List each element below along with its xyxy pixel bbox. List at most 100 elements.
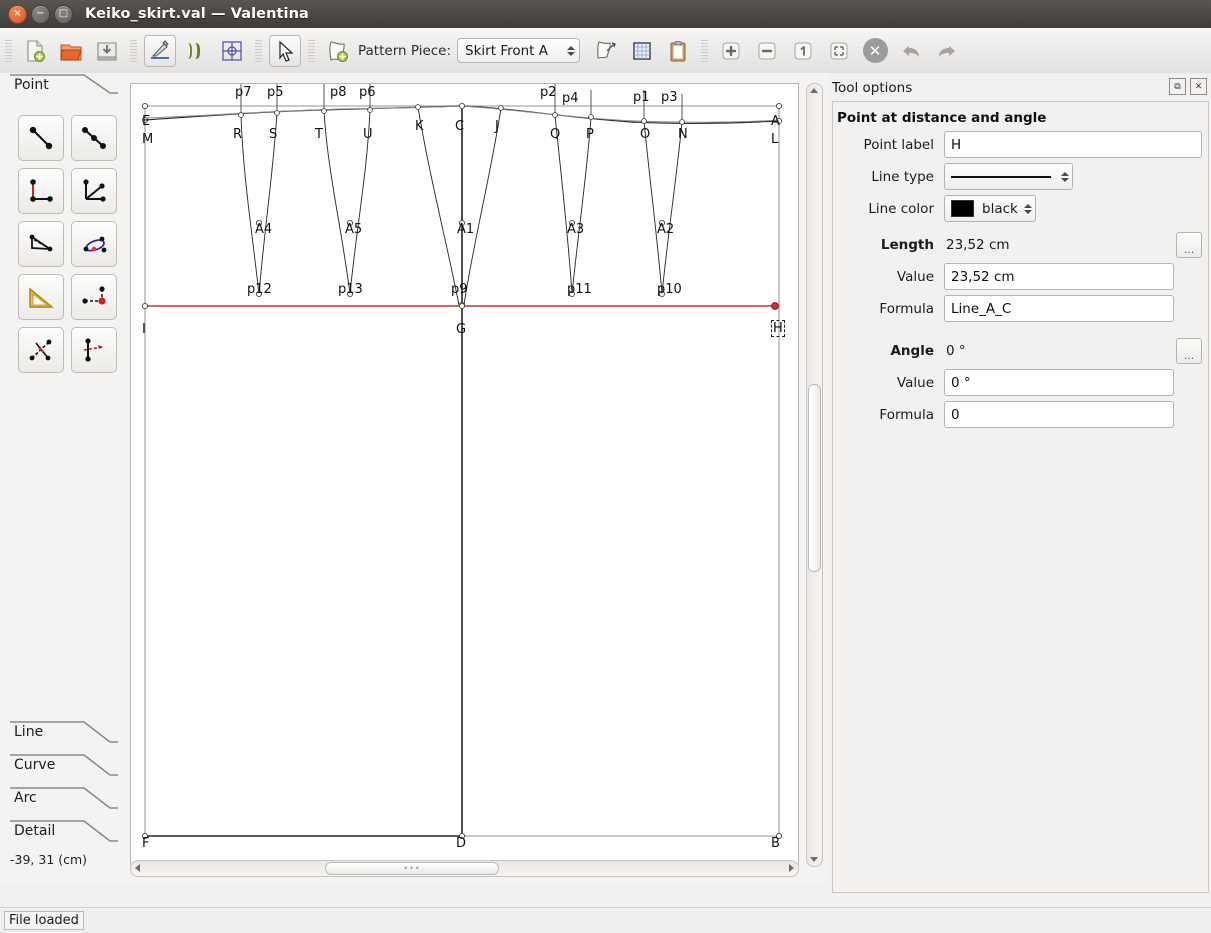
zoom-out-icon[interactable] [751,35,783,67]
point-label-U[interactable]: U [363,127,373,142]
zoom-fit-icon[interactable] [823,35,855,67]
point-label-A2[interactable]: A2 [657,222,674,237]
point-label-I[interactable]: I [142,322,146,337]
pattern-drawing[interactable] [131,84,798,864]
toolbar-grip-3[interactable] [255,40,262,62]
tool-point-at-distance-angle[interactable] [18,115,64,161]
line-type-spinner[interactable] [1061,172,1069,182]
vertical-scroll-thumb[interactable] [808,384,821,572]
sidebar-section-point[interactable]: Point [0,73,128,103]
point-label-L[interactable]: L [771,132,778,147]
point-label-A4[interactable]: A4 [255,222,272,237]
angle-more-button[interactable]: ... [1176,338,1202,364]
point-label-p11[interactable]: p11 [567,282,592,297]
draw-mode-icon[interactable] [144,35,176,67]
save-file-icon[interactable] [91,35,123,67]
point-label-Q[interactable]: Q [550,127,560,142]
point-label-M[interactable]: M [142,132,153,147]
tool-point-along-bisector[interactable] [18,221,64,267]
sidebar-section-line[interactable]: Line [0,720,128,753]
line-color-combo[interactable]: black [944,195,1036,222]
point-label-input[interactable]: H [944,131,1202,158]
point-label-p2[interactable]: p2 [540,85,557,100]
point-label-C[interactable]: C [455,119,464,134]
point-label-A[interactable]: A [771,114,780,129]
open-file-icon[interactable] [55,35,87,67]
point-label-p4[interactable]: p4 [562,91,579,106]
scroll-down-arrow[interactable] [810,857,818,862]
point-label-p5[interactable]: p5 [267,85,284,100]
point-label-D[interactable]: D [456,836,466,851]
point-label-p10[interactable]: p10 [657,282,682,297]
point-label-B[interactable]: B [771,836,780,851]
line-color-spinner[interactable] [1024,204,1032,214]
point-label-p8[interactable]: p8 [330,85,347,100]
angle-value-input[interactable]: 0 ° [944,369,1174,396]
undo-icon[interactable] [895,35,927,67]
minimize-window-button[interactable]: − [31,5,50,24]
stop-icon[interactable]: ✕ [859,35,891,67]
sidebar-section-arc[interactable]: Arc [0,786,128,819]
tool-special-point-on-shoulder[interactable] [18,274,64,320]
new-file-icon[interactable] [19,35,51,67]
tool-point-along-line[interactable] [71,115,117,161]
table-icon[interactable] [590,35,622,67]
point-label-P[interactable]: P [586,127,594,142]
pointer-icon[interactable] [269,35,301,67]
tool-point-on-curve[interactable] [71,221,117,267]
sidebar-section-detail[interactable]: Detail [0,819,128,852]
zoom-in-icon[interactable] [715,35,747,67]
point-label-K[interactable]: K [415,119,424,134]
canvas-horizontal-scrollbar[interactable]: ••• [130,860,799,877]
canvas-vertical-scrollbar[interactable] [806,83,823,867]
zoom-original-icon[interactable] [787,35,819,67]
length-value-input[interactable]: 23,52 cm [944,263,1174,290]
angle-formula-input[interactable]: 0 [944,401,1174,428]
point-label-G[interactable]: G [456,322,466,337]
point-label-A5[interactable]: A5 [345,222,362,237]
tool-true-darts[interactable] [71,327,117,373]
point-label-p12[interactable]: p12 [247,282,272,297]
point-label-T[interactable]: T [315,127,323,142]
tool-point-of-contact[interactable] [71,274,117,320]
line-type-combo[interactable] [944,163,1073,190]
horizontal-scroll-thumb[interactable]: ••• [325,862,499,875]
history-icon[interactable] [626,35,658,67]
point-label-S[interactable]: S [269,127,277,142]
pattern-piece-combo[interactable]: Skirt Front A [457,38,580,63]
point-label-p9[interactable]: p9 [451,282,468,297]
point-label-N[interactable]: N [678,127,688,142]
length-formula-input[interactable]: Line_A_C [944,295,1174,322]
toolbar-grip[interactable] [5,40,12,62]
point-label-O[interactable]: O [640,127,650,142]
pattern-piece-spinner[interactable] [567,46,575,56]
point-label-E[interactable]: E [142,114,150,129]
tool-point-intersect-arcs[interactable] [18,327,64,373]
scroll-up-arrow[interactable] [810,88,818,93]
point-label-A1[interactable]: A1 [457,222,474,237]
length-more-button[interactable]: ... [1176,232,1202,258]
layout-mode-icon[interactable] [216,35,248,67]
scroll-right-arrow[interactable] [789,864,794,872]
point-label-p7[interactable]: p7 [235,85,252,100]
point-label-A3[interactable]: A3 [567,222,584,237]
point-label-p1[interactable]: p1 [633,90,650,105]
point-label-p6[interactable]: p6 [359,85,376,100]
point-label-J[interactable]: J [495,119,499,134]
point-label-H-selected[interactable]: H [771,320,785,337]
sidebar-section-curve[interactable]: Curve [0,753,128,786]
close-window-button[interactable]: × [8,5,27,24]
point-label-R[interactable]: R [233,127,242,142]
point-label-p13[interactable]: p13 [338,282,363,297]
clipboard-icon[interactable] [662,35,694,67]
pattern-canvas[interactable]: E M p7 p5 R S p8 p6 T U K C J p2 p4 Q P … [130,83,799,865]
scroll-left-arrow[interactable] [135,864,140,872]
redo-icon[interactable] [931,35,963,67]
point-label-F[interactable]: F [142,836,149,851]
maximize-window-button[interactable]: □ [54,5,73,24]
toolbar-grip-5[interactable] [701,40,708,62]
tool-point-along-perpendicular[interactable] [18,168,64,214]
new-pattern-piece-icon[interactable] [322,35,354,67]
toolbar-grip-4[interactable] [308,40,315,62]
tool-point-of-intersection[interactable] [71,168,117,214]
